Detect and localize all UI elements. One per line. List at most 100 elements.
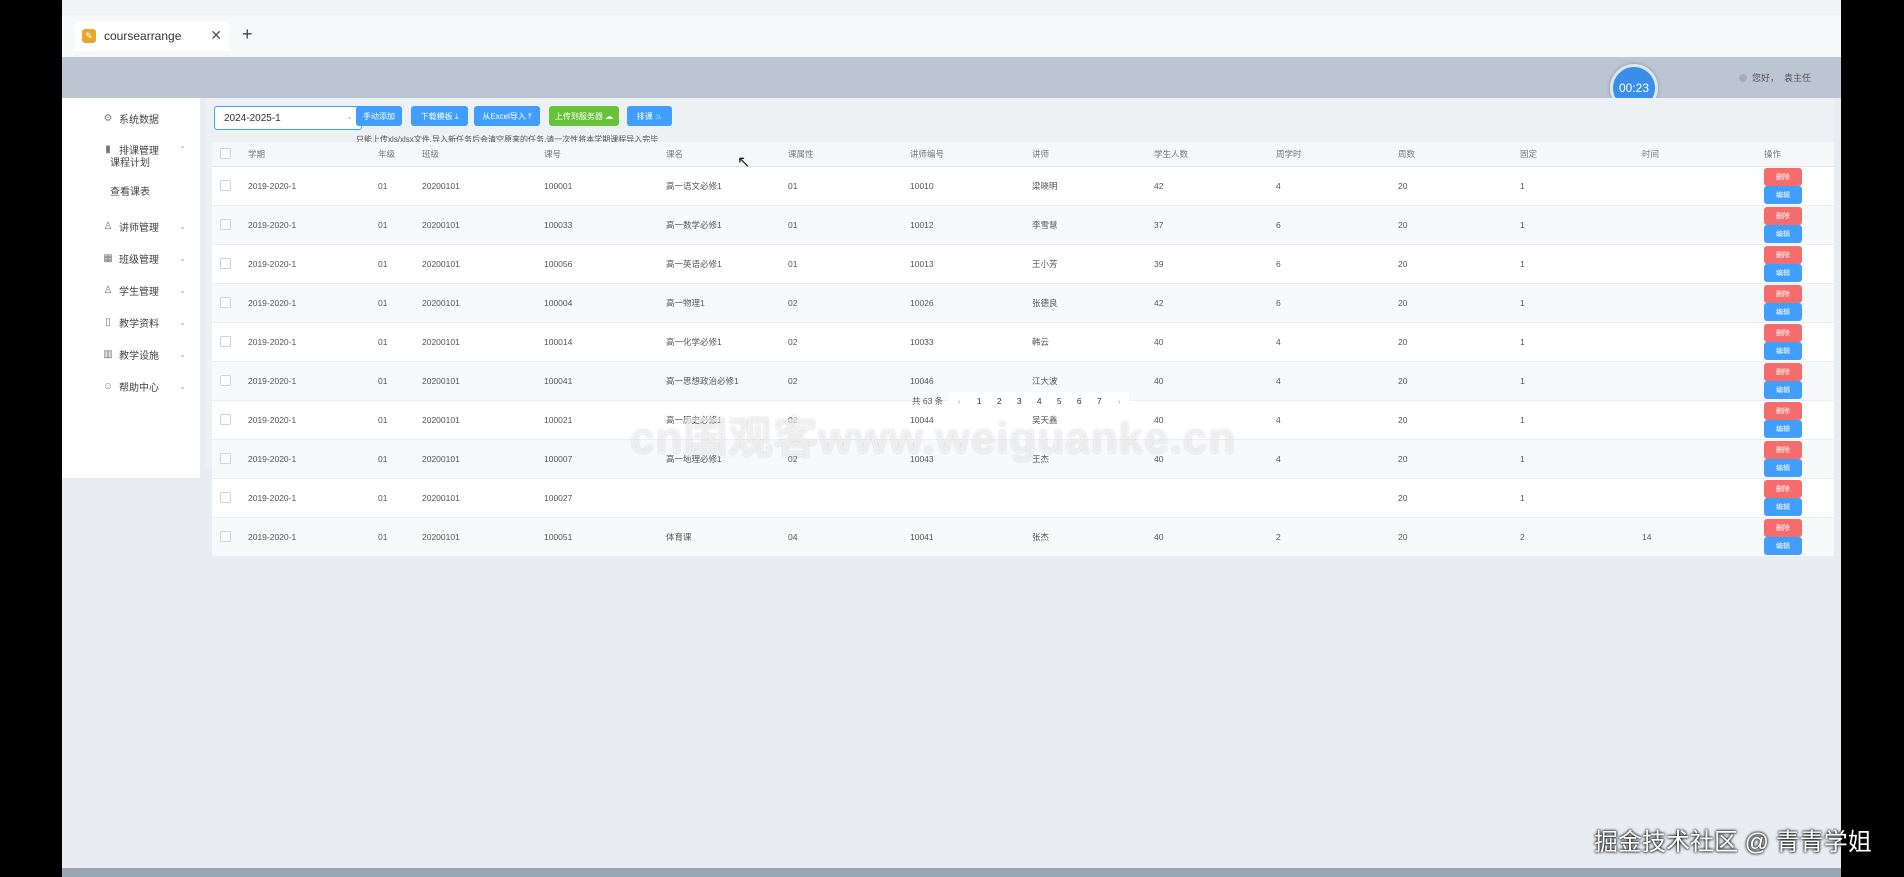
table-cell: 4 xyxy=(1275,400,1397,440)
row-checkbox[interactable] xyxy=(220,374,231,386)
table-cell: 20200101 xyxy=(421,166,543,206)
submenu-item-0[interactable]: 课程计划 xyxy=(110,154,150,169)
table-cell: 2 xyxy=(1519,517,1641,557)
select-all-checkbox[interactable] xyxy=(220,147,231,159)
delete-button[interactable]: 删除 xyxy=(1764,207,1802,225)
table-cell: 6 xyxy=(1275,244,1397,284)
row-checkbox[interactable] xyxy=(220,413,231,425)
table-cell: 高一英语必修1 xyxy=(665,244,787,284)
table-row: 2019-2020-1 01 20200101 100014 高一化学必修1 02 1003… xyxy=(212,322,1834,362)
table-cell: 100027 xyxy=(543,478,665,518)
sidebar-item-7[interactable]: ☺ 帮助中心 ⌄ xyxy=(62,374,200,398)
table-cell: 20 xyxy=(1397,478,1519,518)
delete-button[interactable]: 删除 xyxy=(1764,480,1802,498)
sidebar-item-4[interactable]: ♙ 学生管理 ⌄ xyxy=(62,278,200,302)
sidebar-item-6[interactable]: ▥ 教学设施 ⌄ xyxy=(62,342,200,366)
edit-button[interactable]: 编辑 xyxy=(1764,459,1802,477)
row-select-cell xyxy=(212,400,247,440)
table-cell xyxy=(1641,205,1763,245)
row-checkbox[interactable] xyxy=(220,218,231,230)
sidebar-item-label: 讲师管理 xyxy=(119,222,159,234)
delete-button[interactable]: 删除 xyxy=(1764,441,1802,459)
edit-button[interactable]: 编辑 xyxy=(1764,264,1802,282)
table-cell xyxy=(787,478,909,518)
submenu-item-1[interactable]: 查看课表 xyxy=(110,183,150,198)
table-cell: 20 xyxy=(1397,244,1519,284)
edit-button[interactable]: 编辑 xyxy=(1764,498,1802,516)
sidebar-item-5[interactable]: ▯ 教学资料 ⌄ xyxy=(62,310,200,334)
browser-tab[interactable]: ✎ coursearrange ✕ xyxy=(74,21,230,51)
delete-button[interactable]: 删除 xyxy=(1764,402,1802,420)
table-cell: 1 xyxy=(1519,205,1641,245)
table-cell: 10012 xyxy=(909,205,1031,245)
chevron-down-icon: ⌄ xyxy=(179,381,186,391)
actions-cell: 删除编辑 xyxy=(1763,400,1834,440)
row-select-cell xyxy=(212,205,247,245)
delete-button[interactable]: 删除 xyxy=(1764,168,1802,186)
edit-button[interactable]: 编辑 xyxy=(1764,303,1802,321)
row-checkbox[interactable] xyxy=(220,452,231,464)
user-name: 袁主任 xyxy=(1784,73,1812,83)
table-cell: 20 xyxy=(1397,439,1519,479)
calendar-icon: ▦ xyxy=(103,252,113,264)
row-checkbox[interactable] xyxy=(220,335,231,347)
table-cell: 2019-2020-1 xyxy=(247,517,377,557)
actions-cell: 删除编辑 xyxy=(1763,361,1834,401)
new-tab-button[interactable]: + xyxy=(242,24,253,45)
table-cell: 韩云 xyxy=(1031,322,1153,362)
delete-button[interactable]: 删除 xyxy=(1764,519,1802,537)
table-cell: 2019-2020-1 xyxy=(247,244,377,284)
table-cell: 6 xyxy=(1275,205,1397,245)
delete-button[interactable]: 删除 xyxy=(1764,285,1802,303)
tab-title: coursearrange xyxy=(104,29,182,43)
row-select-cell xyxy=(212,361,247,401)
table-row: 2019-2020-1 01 20200101 100056 高一英语必修1 01 1001… xyxy=(212,244,1834,284)
edit-button[interactable]: 编辑 xyxy=(1764,186,1802,204)
manual-add-button[interactable]: 手动添加 xyxy=(356,106,402,126)
table-cell: 01 xyxy=(377,439,421,479)
delete-button[interactable]: 删除 xyxy=(1764,246,1802,264)
table-cell: 20200101 xyxy=(421,517,543,557)
download-template-button[interactable]: 下载模板 ⤓ xyxy=(411,106,468,126)
sidebar-item-3[interactable]: ▦ 班级管理 ⌄ xyxy=(62,246,200,270)
user-greeting[interactable]: 您好， 袁主任 xyxy=(1739,71,1811,84)
table-cell: 20200101 xyxy=(421,322,543,362)
table-row: 2019-2020-1 01 20200101 100027 20 1 删除编辑 xyxy=(212,478,1834,518)
sidebar-item-2[interactable]: ♙ 讲师管理 ⌄ xyxy=(62,214,200,238)
top-header xyxy=(62,57,1841,98)
table-cell: 20200101 xyxy=(421,361,543,401)
column-header: 操作 xyxy=(1763,142,1834,167)
edit-button[interactable]: 编辑 xyxy=(1764,537,1802,555)
table-cell: 高一化学必修1 xyxy=(665,322,787,362)
table-cell: 4 xyxy=(1275,166,1397,206)
table-cell: 李雪慧 xyxy=(1031,205,1153,245)
sidebar-item-0[interactable]: ⚙ 系统数据 xyxy=(62,106,200,130)
edit-button[interactable]: 编辑 xyxy=(1764,225,1802,243)
semester-value: 2024-2025-1 xyxy=(224,112,281,124)
delete-button[interactable]: 删除 xyxy=(1764,324,1802,342)
table-cell: 1 xyxy=(1519,400,1641,440)
actions-cell: 删除编辑 xyxy=(1763,205,1834,245)
close-tab-icon[interactable]: ✕ xyxy=(210,27,222,44)
row-checkbox[interactable] xyxy=(220,296,231,308)
table-cell: 01 xyxy=(377,478,421,518)
row-checkbox[interactable] xyxy=(220,491,231,503)
row-checkbox[interactable] xyxy=(220,530,231,542)
arrange-button[interactable]: 排课 ♨ xyxy=(627,106,672,126)
table-cell: 2019-2020-1 xyxy=(247,322,377,362)
row-checkbox[interactable] xyxy=(220,257,231,269)
table-cell: 4 xyxy=(1275,361,1397,401)
row-select-cell xyxy=(212,322,247,362)
upload-server-button[interactable]: 上传到服务器 ☁ xyxy=(549,106,619,126)
excel-import-button[interactable]: 从Excel导入 ⤒ xyxy=(474,106,540,126)
table-cell: 20 xyxy=(1397,400,1519,440)
row-checkbox[interactable] xyxy=(220,179,231,191)
edit-button[interactable]: 编辑 xyxy=(1764,381,1802,399)
table-cell: 40 xyxy=(1153,517,1275,557)
edit-button[interactable]: 编辑 xyxy=(1764,342,1802,360)
table-cell: 1 xyxy=(1519,244,1641,284)
delete-button[interactable]: 删除 xyxy=(1764,363,1802,381)
semester-select[interactable]: 2024-2025-1 ⌄ xyxy=(214,106,362,130)
edit-button[interactable]: 编辑 xyxy=(1764,420,1802,438)
table-cell: 39 xyxy=(1153,244,1275,284)
